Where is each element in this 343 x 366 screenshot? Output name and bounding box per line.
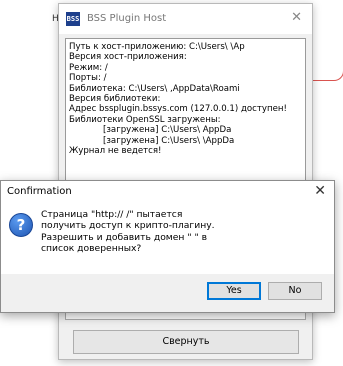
dialog-message-line: список доверенных? [41,242,142,254]
log-line: [загружена] C:\Users\ \AppDa [103,135,235,146]
question-icon: ? [9,213,33,237]
dialog-message-line: получить доступ к крипто-плагину. [41,220,215,232]
dialog-title: Confirmation [7,186,72,197]
close-icon[interactable]: ✕ [314,183,326,199]
log-line: Журнал не ведется! [69,146,162,157]
log-line: Путь к хост-приложению: C:\Users\ \Ap [69,42,245,52]
bss-logo-icon: BSS [66,12,80,26]
log-output[interactable]: Путь к хост-приложению: C:\Users\ \Ap Ве… [65,38,306,184]
dialog-titlebar: Confirmation ✕ [1,181,334,203]
log-line: Режим: / [69,62,108,73]
log-line: Библиотека: C:\Users\ ,AppData\Roami [69,83,240,94]
collapse-button[interactable]: Свернуть [73,330,299,354]
log-line: Версия хост-приложения: [69,52,187,63]
log-line: Версия библиотеки: [69,94,161,105]
dialog-message: Страница "http:// /" пытается получить д… [41,209,326,254]
host-titlebar: BSS BSS Plugin Host ✕ [59,4,312,34]
log-line: Адрес bssplugin.bssys.com (127.0.0.1) до… [69,104,287,115]
yes-button[interactable]: Yes [207,282,261,300]
dialog-message-line: Разрешить и добавить домен " " в [41,231,208,243]
dialog-body: ? Страница "http:// /" пытается получить… [1,203,334,273]
dialog-message-line: Страница "http:// /" пытается [41,209,183,220]
log-line: [загружена] C:\Users\ AppDa [103,125,232,136]
confirmation-dialog: Confirmation ✕ ? Страница "http:// /" пы… [0,180,335,313]
host-window-title: BSS Plugin Host [87,13,167,24]
log-line: Библиотеки OpenSSL загружены: [69,114,221,125]
log-line: Порты: / [69,73,107,84]
dialog-footer: Yes No [1,274,334,312]
no-button[interactable]: No [268,282,322,300]
close-icon[interactable]: ✕ [291,10,302,25]
